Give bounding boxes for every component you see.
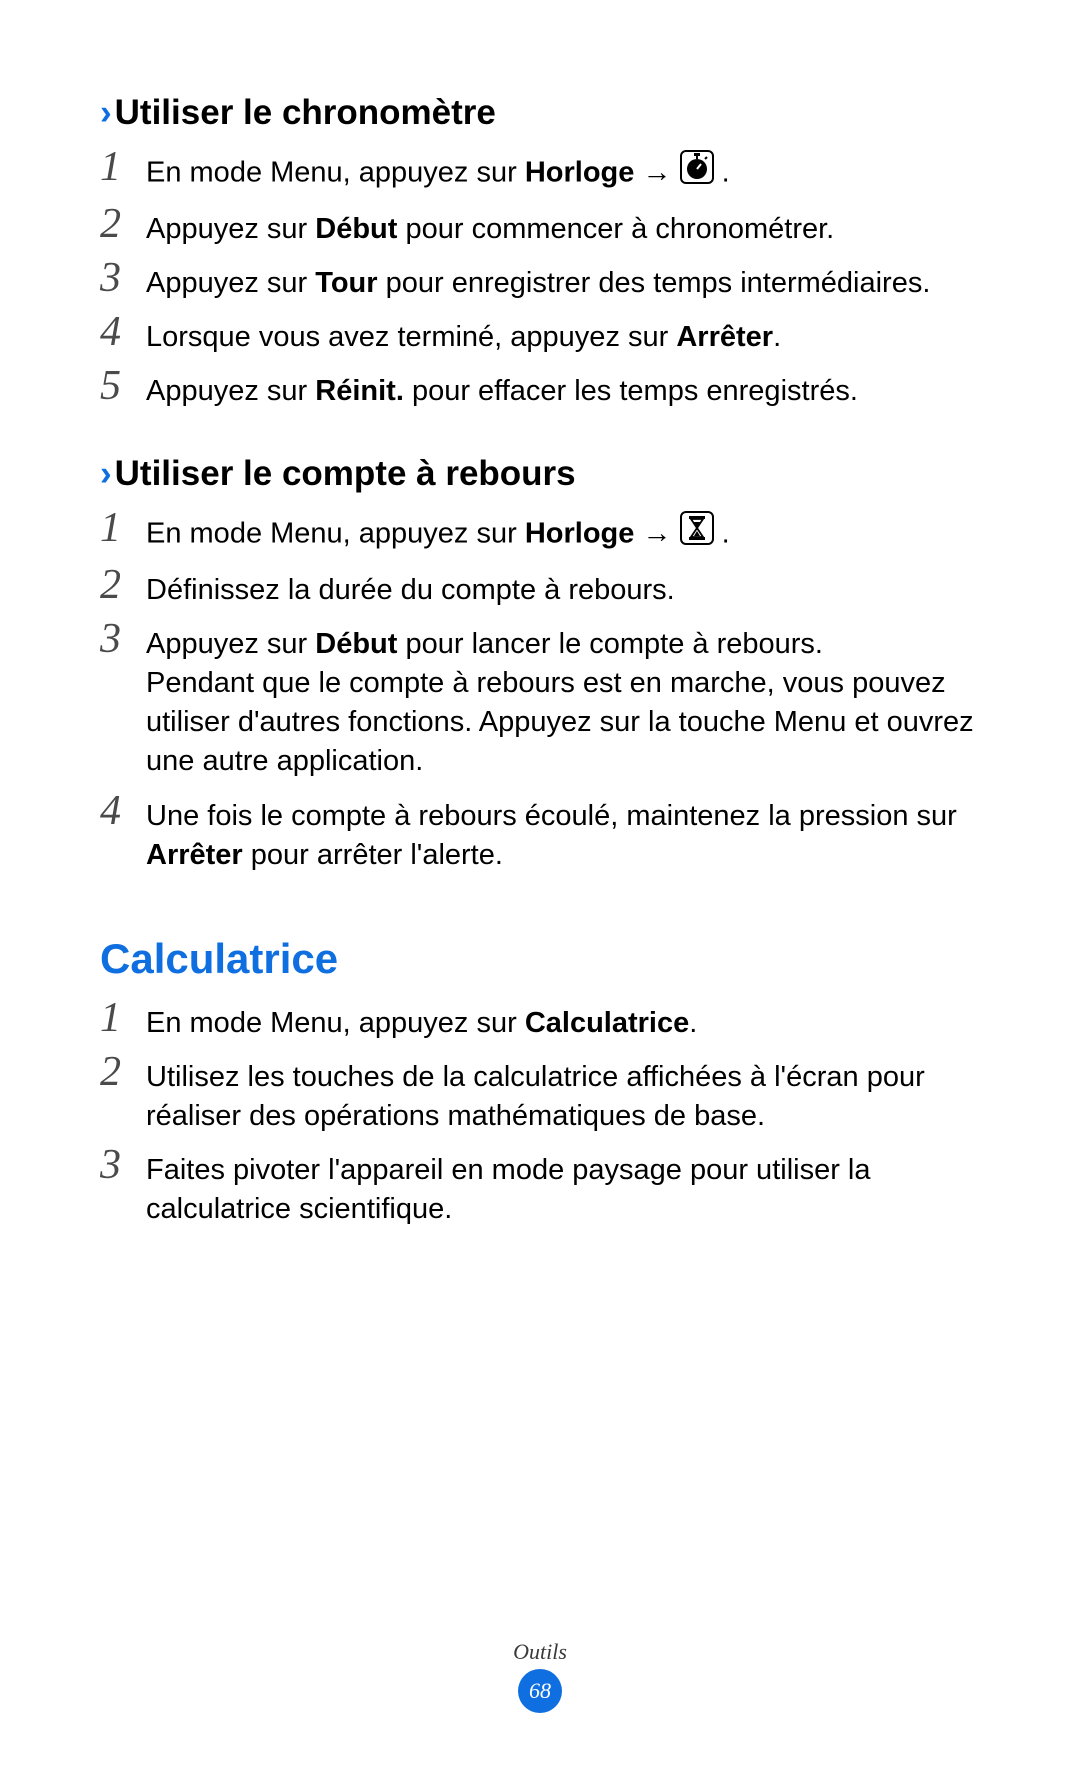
list-item: 2 Définissez la durée du compte à rebour… [100, 558, 980, 612]
step-number: 3 [100, 1142, 128, 1188]
page-number: 68 [529, 1678, 551, 1704]
step-number: 3 [100, 255, 128, 301]
step-text: Lorsque vous avez terminé, appuyez sur A… [146, 309, 781, 357]
step-text: Appuyez sur Tour pour enregistrer des te… [146, 255, 930, 303]
list-item: 4 Lorsque vous avez terminé, appuyez sur… [100, 305, 980, 359]
step-text: Une fois le compte à rebours écoulé, mai… [146, 788, 980, 875]
stopwatch-icon [680, 150, 714, 195]
list-item: 3 Appuyez sur Début pour lancer le compt… [100, 612, 980, 784]
step-text: En mode Menu, appuyez sur Horloge → . [146, 505, 730, 556]
step-number: 3 [100, 616, 128, 662]
step-text: En mode Menu, appuyez sur Calculatrice. [146, 995, 697, 1043]
step-number: 2 [100, 562, 128, 608]
list-item: 4 Une fois le compte à rebours écoulé, m… [100, 784, 980, 877]
list-item: 2 Appuyez sur Début pour commencer à chr… [100, 197, 980, 251]
list-item: 5 Appuyez sur Réinit. pour effacer les t… [100, 359, 980, 413]
step-number: 1 [100, 505, 128, 551]
step-text: Appuyez sur Début pour lancer le compte … [146, 616, 980, 782]
step-number: 2 [100, 1049, 128, 1095]
list-item: 1 En mode Menu, appuyez sur Horloge → . [100, 501, 980, 558]
step-text: Appuyez sur Début pour commencer à chron… [146, 201, 834, 249]
step-number: 4 [100, 788, 128, 834]
step-number: 5 [100, 363, 128, 409]
list-item: 3 Faites pivoter l'appareil en mode pays… [100, 1138, 980, 1231]
step-number: 2 [100, 201, 128, 247]
chevron-icon: › [100, 93, 112, 132]
step-number: 1 [100, 995, 128, 1041]
step-text: Faites pivoter l'appareil en mode paysag… [146, 1142, 980, 1229]
step-text: Utilisez les touches de la calculatrice … [146, 1049, 980, 1136]
step-text: Définissez la durée du compte à rebours. [146, 562, 675, 610]
page-footer: Outils 68 [0, 1639, 1080, 1713]
step-text: En mode Menu, appuyez sur Horloge → . [146, 144, 730, 195]
section-title-calculatrice: Calculatrice [100, 935, 980, 983]
list-item: 2 Utilisez les touches de la calculatric… [100, 1045, 980, 1138]
subheading-text: Utiliser le compte à rebours [115, 454, 576, 493]
subheading-text: Utiliser le chronomètre [115, 93, 496, 132]
chevron-icon: › [100, 454, 112, 493]
chronometre-steps: 1 En mode Menu, appuyez sur Horloge → . … [100, 140, 980, 414]
list-item: 1 En mode Menu, appuyez sur Horloge → . [100, 140, 980, 197]
footer-category: Outils [0, 1639, 1080, 1665]
step-number: 4 [100, 309, 128, 355]
subheading-chronometre: ›Utiliser le chronomètre [100, 90, 980, 136]
step-text: Appuyez sur Réinit. pour effacer les tem… [146, 363, 858, 411]
hourglass-icon [680, 511, 714, 556]
calculatrice-steps: 1 En mode Menu, appuyez sur Calculatrice… [100, 991, 980, 1232]
list-item: 1 En mode Menu, appuyez sur Calculatrice… [100, 991, 980, 1045]
subheading-compte-rebours: ›Utiliser le compte à rebours [100, 451, 980, 497]
step-number: 1 [100, 144, 128, 190]
page-number-badge: 68 [518, 1669, 562, 1713]
list-item: 3 Appuyez sur Tour pour enregistrer des … [100, 251, 980, 305]
rebours-steps: 1 En mode Menu, appuyez sur Horloge → . [100, 501, 980, 877]
document-page: ›Utiliser le chronomètre 1 En mode Menu,… [0, 0, 1080, 1771]
